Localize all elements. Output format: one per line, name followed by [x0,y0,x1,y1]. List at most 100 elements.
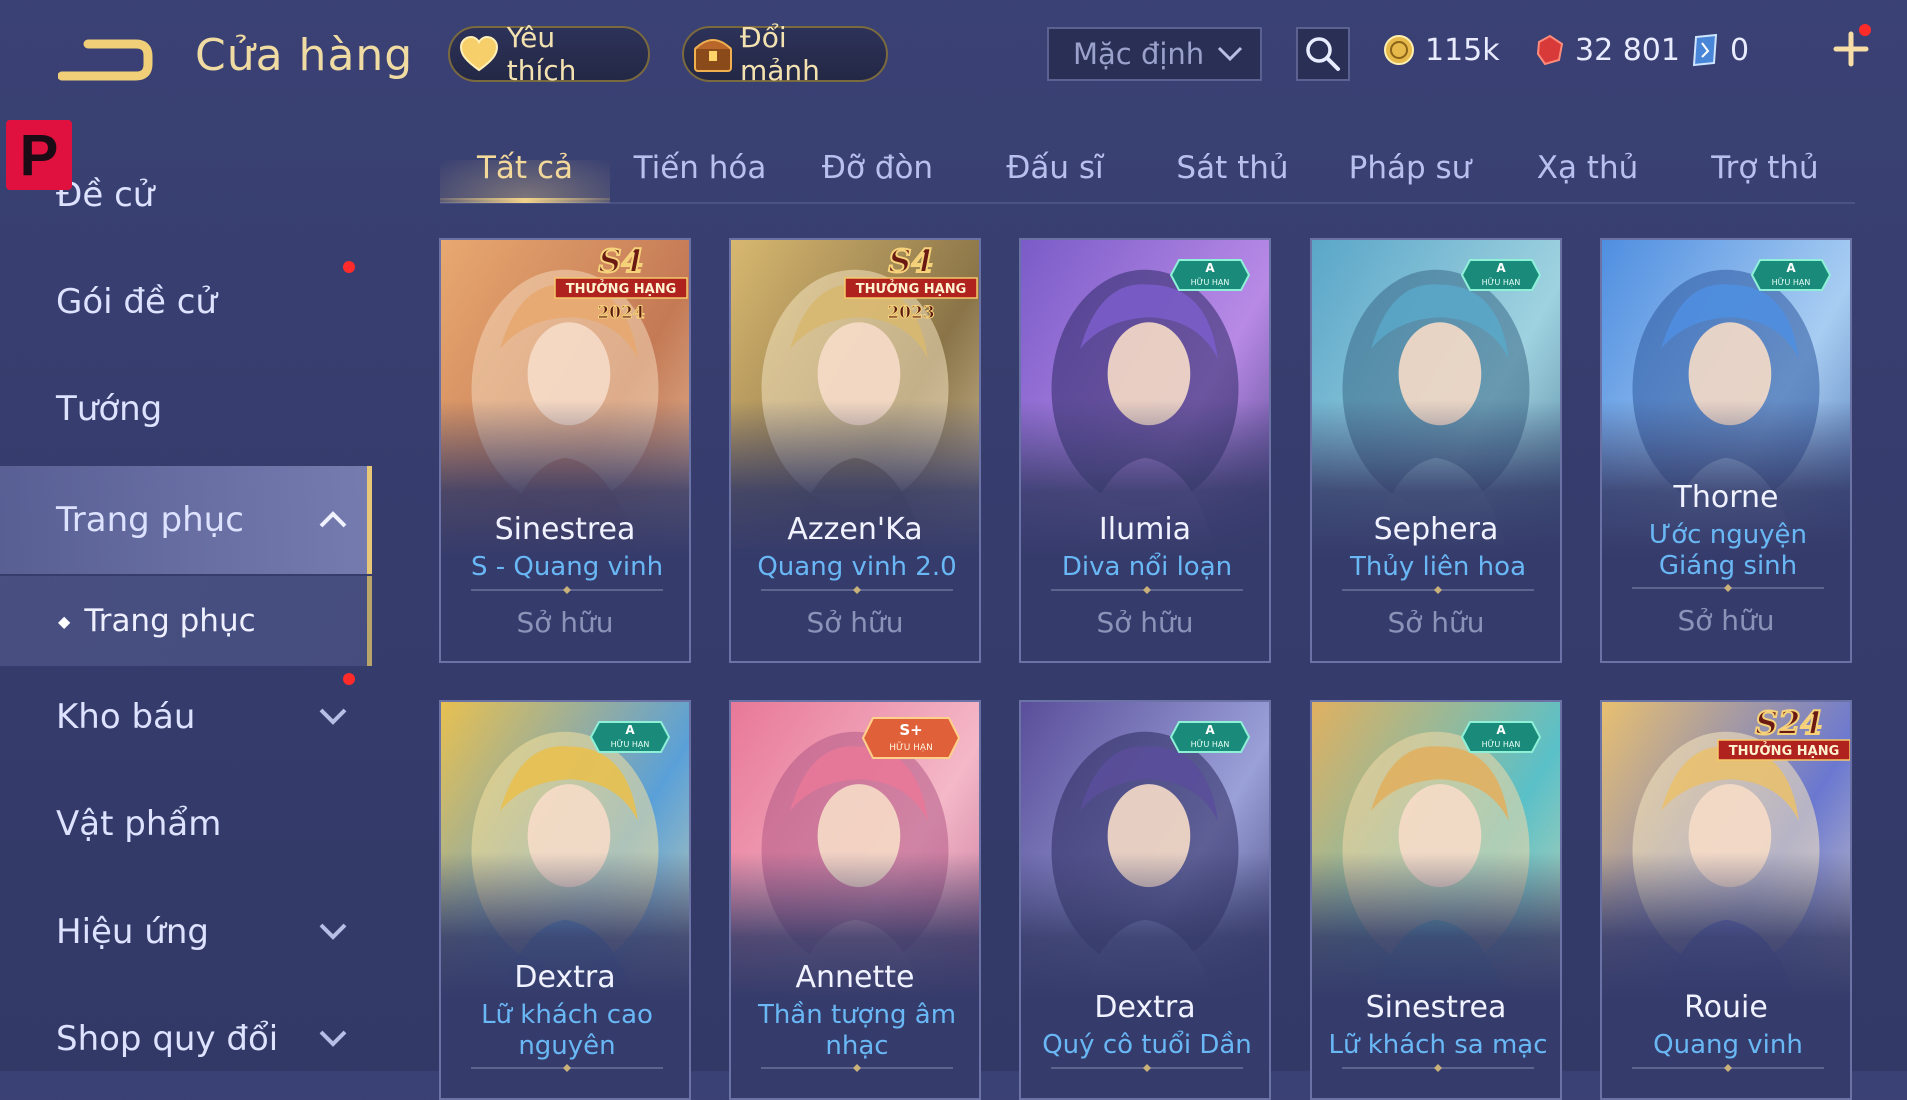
svg-text:S24: S24 [1755,704,1823,742]
skin-card[interactable]: A HỮU HẠN Dextra Lữ khách cao nguyên [439,700,691,1100]
svg-text:HỮU HẠN: HỮU HẠN [1191,738,1230,750]
limited-badge-icon: AHỮU HẠN [1750,259,1832,291]
notification-dot [1859,24,1871,36]
hero-name: Rouie [1684,990,1768,1025]
svg-text:HỮU HẠN: HỮU HẠN [611,738,650,750]
fragment-label: Đổi mảnh [740,21,820,87]
owned-status: Sở hữu [516,606,614,639]
tab-assassin[interactable]: Sát thủ [1145,140,1320,200]
sidebar-item-label: Kho báu [56,697,196,737]
svg-text:THƯỞNG HẠNG: THƯỞNG HẠNG [1729,742,1840,759]
sort-dropdown[interactable]: Mặc định [1047,27,1262,81]
skin-name: Thủy liên hoa [1350,552,1526,582]
sidebar-item-skins[interactable]: Trang phục [0,466,372,574]
hero-name: Dextra [514,960,616,995]
gold-balance: 115k [1383,30,1500,70]
hero-name: Azzen'Ka [787,512,923,547]
svg-text:S4: S4 [598,242,643,280]
chevron-up-icon [319,511,347,528]
skin-card[interactable]: A HỮU HẠN Dextra Quý cô tuổi Dần [1019,700,1271,1100]
sidebar-item-label: Hiệu ứng [56,912,209,952]
skin-name: S - Quang vinh [470,552,664,582]
category-tabs: Tất cả Tiến hóa Đỡ đòn Đấu sĩ Sát thủ Ph… [440,140,1855,204]
favorites-button[interactable]: Yêu thích [448,21,650,87]
limited-badge-icon: AHỮU HẠN [1169,721,1251,753]
tab-support[interactable]: Trợ thủ [1675,140,1855,200]
skin-card[interactable]: A HỮU HẠN Sinestrea Lữ khách sa mạc [1310,700,1562,1100]
svg-text:HỮU HẠN: HỮU HẠN [889,741,933,753]
tab-marksman[interactable]: Xạ thủ [1500,140,1675,200]
sidebar-subitem-skins[interactable]: ◆ Trang phục [0,576,372,666]
limited-badge-icon: AHỮU HẠN [589,721,671,753]
ornament-divider [761,586,953,594]
skin-card[interactable]: S+ HỮU HẠN Annette Thần tượng âm nhạc [729,700,981,1100]
sidebar-item-label: Tướng [56,389,163,429]
skin-card[interactable]: A HỮU HẠN Thorne Ước nguyện Giáng sinh Sở hữ… [1600,238,1852,663]
hero-name: Dextra [1094,990,1196,1025]
limited-badge-icon: AHỮU HẠN [1460,259,1542,291]
fragment-exchange-button[interactable]: Đổi mảnh [682,21,888,87]
back-arrow-icon [57,39,153,81]
svg-text:THƯỞNG HẠNG: THƯỞNG HẠNG [566,280,677,297]
skin-card[interactable]: S4 THƯỞNG HẠNG 2023 Azzen'Ka Quang vinh 2.0 S… [729,238,981,663]
active-tab-indicator [440,198,610,203]
owned-status: Sở hữu [1096,606,1194,639]
hero-name: Annette [795,960,915,995]
svg-text:A: A [1496,261,1506,275]
skin-card[interactable]: A HỮU HẠN Sephera Thủy liên hoa Sở hữu [1310,238,1562,663]
limited-badge-icon: AHỮU HẠN [1169,259,1251,291]
sidebar-item-items[interactable]: Vật phẩm [0,779,372,869]
svg-text:S+: S+ [899,721,922,739]
chest-icon [692,32,734,76]
skin-card[interactable]: S24 THƯỞNG HẠNG Rouie Quang vinh [1600,700,1852,1100]
chevron-down-icon [319,923,347,940]
gold-coin-icon [1384,35,1414,65]
ruby-icon [1536,34,1564,66]
ruby-amount: 32 801 [1575,32,1680,68]
ornament-divider [1632,584,1824,592]
sidebar-item-label: Gói đề cử [56,282,217,322]
ornament-divider [1342,586,1534,594]
card-shade [1602,852,1850,1098]
svg-text:HỮU HẠN: HỮU HẠN [1482,276,1521,288]
sidebar-item-heroes[interactable]: Tướng [0,364,372,454]
svg-text:S4: S4 [888,242,933,280]
svg-text:HỮU HẠN: HỮU HẠN [1482,738,1521,750]
tab-tank[interactable]: Đỡ đòn [790,140,965,200]
gold-amount: 115k [1425,32,1500,68]
tab-mage[interactable]: Pháp sư [1320,140,1500,200]
ornament-divider [471,586,663,594]
logo-badge: P [6,120,72,190]
skin-name: Quang vinh 2.0 [757,552,957,582]
skin-name: Lữ khách sa mạc [1328,1030,1548,1060]
favorites-label: Yêu thích [506,21,577,87]
skin-card[interactable]: S4 THƯỞNG HẠNG 2024 Sinestrea S - Quang vinh… [439,238,691,663]
sidebar-item-effects[interactable]: Hiệu ứng [0,887,372,977]
chevron-down-icon [319,708,347,725]
hero-name: Sinestrea [1365,990,1507,1025]
owned-status: Sở hữu [806,606,904,639]
sidebar-item-bundles[interactable]: Gói đề cử [0,257,372,347]
svg-text:HỮU HẠN: HỮU HẠN [1772,276,1811,288]
back-button[interactable] [57,36,154,86]
skin-card[interactable]: A HỮU HẠN Ilumia Diva nổi loạn Sở hữu [1019,238,1271,663]
page-title: Cửa hàng [195,30,414,81]
limited-badge-icon: AHỮU HẠN [1460,721,1542,753]
svg-text:A: A [1786,261,1796,275]
skin-name: Ước nguyện Giáng sinh [1648,520,1808,581]
hero-name: Sephera [1373,512,1499,547]
svg-text:A: A [1496,723,1506,737]
svg-text:2023: 2023 [887,303,934,322]
search-button[interactable] [1296,27,1350,81]
skin-name: Lữ khách cao nguyên [481,1000,653,1061]
sort-selected-value: Mặc định [1073,37,1205,71]
ornament-divider [1051,586,1243,594]
tab-all[interactable]: Tất cả [440,140,610,200]
tab-fighter[interactable]: Đấu sĩ [965,140,1145,200]
hero-name: Sinestrea [494,512,636,547]
chevron-down-icon [1217,46,1243,62]
svg-text:A: A [1205,261,1215,275]
sidebar-item-treasure[interactable]: Kho báu [0,672,372,762]
tab-evolution[interactable]: Tiến hóa [610,140,790,200]
skin-name: Quý cô tuổi Dần [1042,1030,1252,1060]
